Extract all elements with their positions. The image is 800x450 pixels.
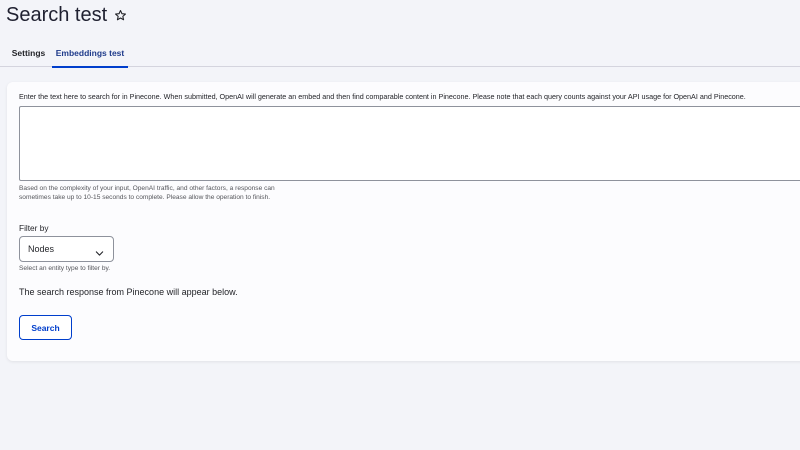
search-form-card: Enter the text here to search for in Pin… <box>7 82 800 361</box>
page-title: Search test <box>6 4 108 26</box>
filter-description: Select an entity type to filter by. <box>19 265 111 272</box>
filter-select[interactable]: Nodes <box>19 236 114 262</box>
tabs: Settings Embeddings test <box>0 38 800 68</box>
response-text: The search response from Pinecone will a… <box>19 287 238 297</box>
query-label: Enter the text here to search for in Pin… <box>19 92 746 101</box>
title-row: Search test <box>6 4 127 27</box>
tab-settings[interactable]: Settings <box>6 38 51 67</box>
query-textarea[interactable] <box>19 106 800 181</box>
query-description: Based on the complexity of your input, O… <box>19 185 275 202</box>
star-icon[interactable] <box>114 9 127 22</box>
page: Search test Settings Embeddings test Ent… <box>0 0 800 450</box>
chevron-down-icon <box>95 245 104 256</box>
filter-label: Filter by <box>19 223 49 233</box>
tab-embeddings-test[interactable]: Embeddings test <box>52 38 128 68</box>
search-button[interactable]: Search <box>19 315 72 340</box>
filter-select-value: Nodes <box>28 244 55 254</box>
